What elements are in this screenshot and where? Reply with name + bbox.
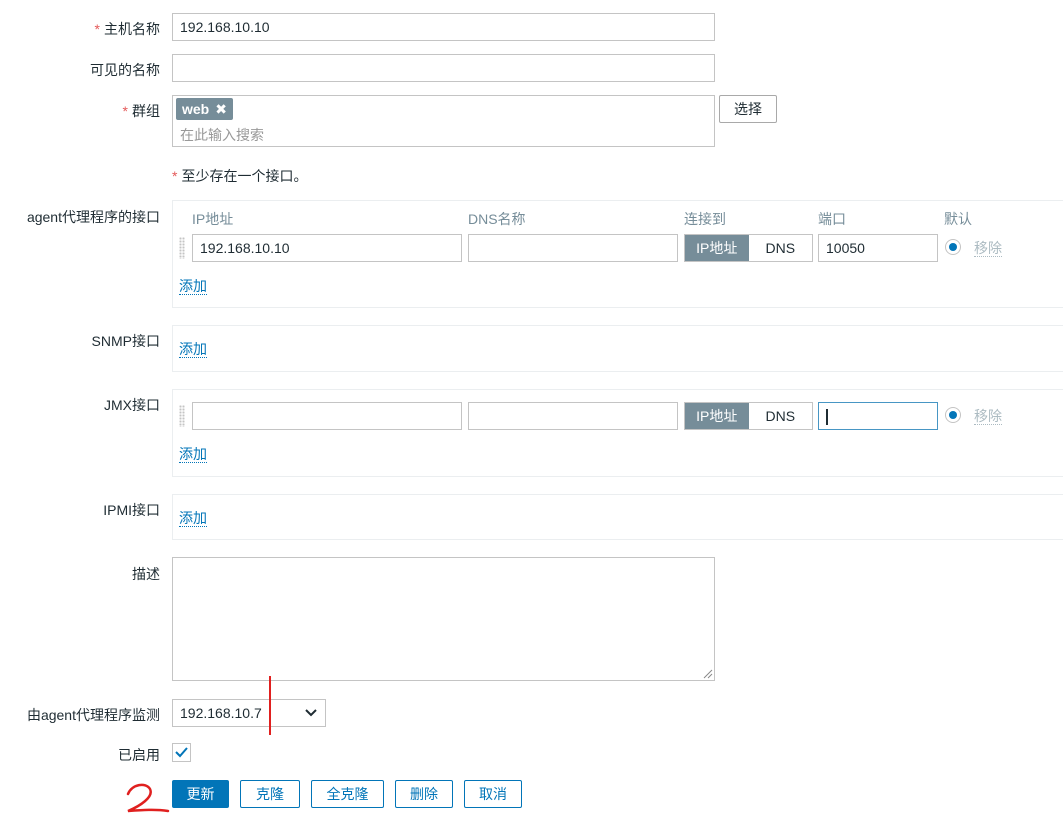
column-ip: IP地址 bbox=[192, 211, 234, 227]
ipmi-interface-panel bbox=[172, 494, 1063, 540]
checkmark-icon bbox=[175, 747, 188, 758]
groups-label: * 群组 bbox=[122, 103, 160, 119]
column-port: 端口 bbox=[818, 211, 846, 227]
column-dns: DNS名称 bbox=[468, 211, 526, 227]
connect-dns-option[interactable]: DNS bbox=[749, 403, 813, 429]
delete-button[interactable]: 删除 bbox=[395, 780, 453, 808]
jmx-interface-label: JMX接口 bbox=[104, 397, 160, 413]
column-default: 默认 bbox=[944, 211, 972, 227]
jmx-remove-link[interactable]: 移除 bbox=[974, 408, 1002, 425]
jmx-dns-input[interactable] bbox=[468, 402, 678, 430]
description-label: 描述 bbox=[132, 566, 160, 582]
clone-button[interactable]: 克隆 bbox=[240, 780, 300, 808]
jmx-add-link[interactable]: 添加 bbox=[179, 446, 207, 463]
agent-remove-link[interactable]: 移除 bbox=[974, 240, 1002, 257]
host-name-label: * 主机名称 bbox=[94, 21, 160, 37]
drag-handle-icon[interactable] bbox=[179, 237, 185, 259]
jmx-default-radio[interactable] bbox=[945, 407, 961, 423]
agent-port-input[interactable]: 10050 bbox=[818, 234, 938, 262]
connect-dns-option[interactable]: DNS bbox=[749, 235, 813, 261]
annotation-number-2 bbox=[126, 783, 170, 813]
ipmi-add-link[interactable]: 添加 bbox=[179, 510, 207, 527]
visible-name-label: 可见的名称 bbox=[90, 62, 160, 78]
jmx-ip-input[interactable] bbox=[192, 402, 462, 430]
group-tag-web: web ✖ bbox=[176, 98, 233, 120]
enabled-checkbox[interactable] bbox=[172, 743, 191, 762]
snmp-interface-label: SNMP接口 bbox=[91, 333, 160, 349]
resize-handle-icon[interactable] bbox=[703, 669, 713, 679]
description-textarea[interactable] bbox=[172, 557, 715, 681]
ipmi-interface-label: IPMI接口 bbox=[103, 502, 160, 518]
chevron-down-icon bbox=[305, 709, 317, 717]
proxy-select[interactable]: 192.168.10.7 bbox=[172, 699, 326, 727]
snmp-interface-panel bbox=[172, 325, 1063, 372]
groups-search-placeholder[interactable]: 在此输入搜索 bbox=[180, 125, 264, 145]
visible-name-input[interactable] bbox=[172, 54, 715, 82]
drag-handle-icon[interactable] bbox=[179, 405, 185, 427]
groups-multiselect[interactable]: web ✖ 在此输入搜索 bbox=[172, 95, 715, 147]
interface-note: * 至少存在一个接口。 bbox=[172, 168, 308, 184]
agent-default-radio[interactable] bbox=[945, 239, 961, 255]
update-button[interactable]: 更新 bbox=[172, 780, 229, 808]
enabled-label: 已启用 bbox=[118, 747, 160, 763]
agent-add-link[interactable]: 添加 bbox=[179, 278, 207, 295]
text-caret bbox=[826, 409, 828, 426]
agent-connect-toggle[interactable]: IP地址 DNS bbox=[684, 234, 813, 262]
agent-interface-label: agent代理程序的接口 bbox=[26, 209, 160, 225]
remove-tag-icon[interactable]: ✖ bbox=[215, 101, 227, 117]
host-name-input[interactable]: 192.168.10.10 bbox=[172, 13, 715, 41]
snmp-add-link[interactable]: 添加 bbox=[179, 341, 207, 358]
proxy-label: 由agent代理程序监测 bbox=[26, 707, 160, 723]
select-groups-button[interactable]: 选择 bbox=[719, 95, 777, 123]
column-connect: 连接到 bbox=[684, 211, 726, 227]
full-clone-button[interactable]: 全克隆 bbox=[311, 780, 384, 808]
jmx-connect-toggle[interactable]: IP地址 DNS bbox=[684, 402, 813, 430]
cancel-button[interactable]: 取消 bbox=[464, 780, 522, 808]
agent-ip-input[interactable]: 192.168.10.10 bbox=[192, 234, 462, 262]
agent-dns-input[interactable] bbox=[468, 234, 678, 262]
connect-ip-option[interactable]: IP地址 bbox=[685, 403, 749, 429]
connect-ip-option[interactable]: IP地址 bbox=[685, 235, 749, 261]
jmx-port-input[interactable] bbox=[818, 402, 938, 430]
